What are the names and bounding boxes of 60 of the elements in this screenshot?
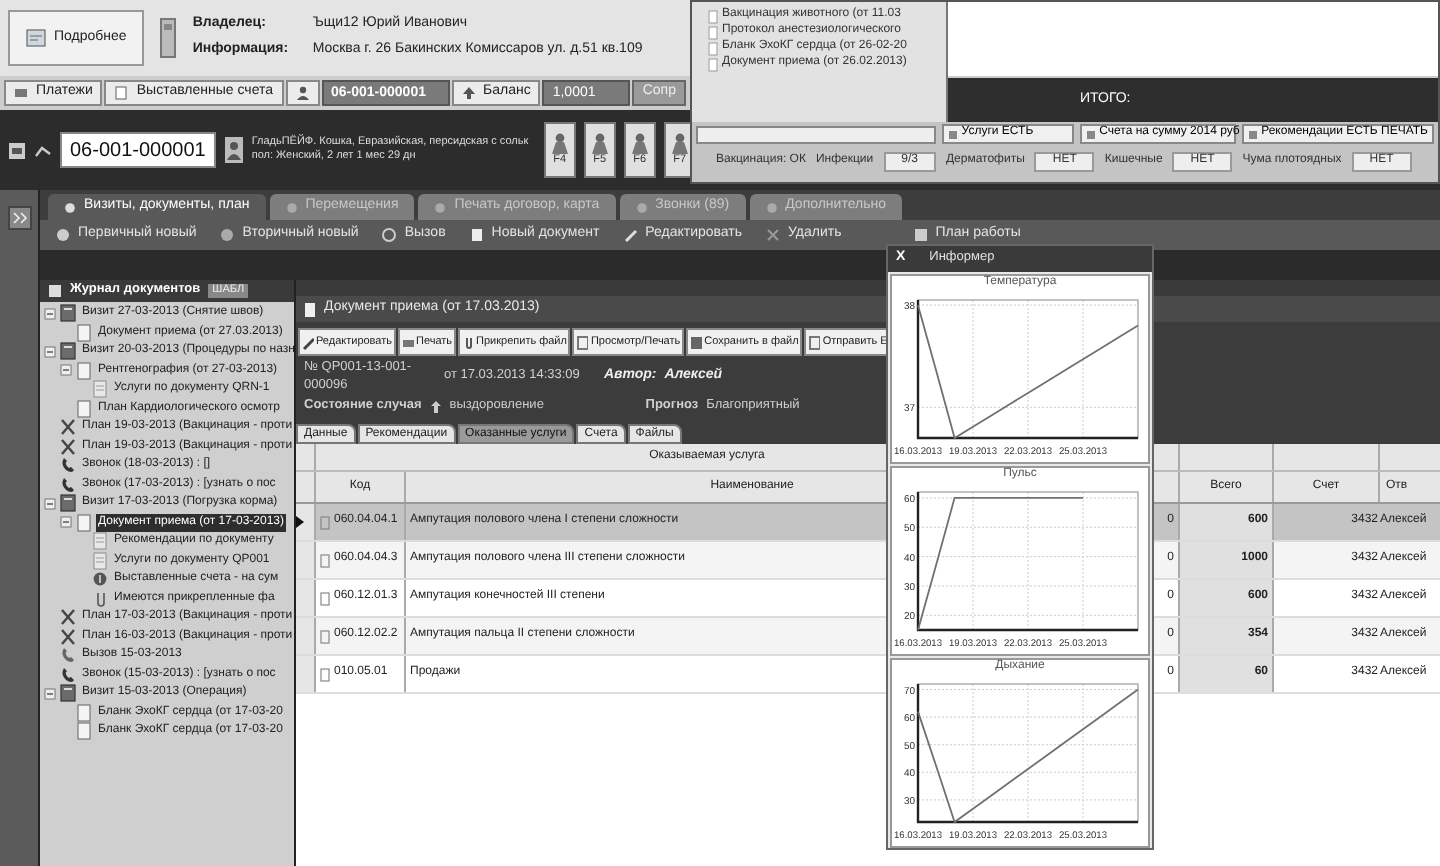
journal-icon <box>48 284 62 298</box>
card-icon <box>8 141 26 159</box>
service-icon <box>320 553 330 567</box>
printer-icon <box>402 335 414 349</box>
person-icon <box>295 86 309 100</box>
service-icon <box>320 667 330 681</box>
collapse-icon <box>60 516 72 529</box>
patient-number-field[interactable]: 06-001-000001 <box>60 132 216 168</box>
circle-icon <box>220 228 235 242</box>
bullet-icon <box>285 201 298 213</box>
person-icon <box>223 136 244 164</box>
calendar-icon <box>913 228 928 242</box>
collapse-icon <box>44 307 56 320</box>
service-icon <box>320 515 330 529</box>
wallet-icon <box>14 86 28 100</box>
collapse-icon <box>44 345 56 358</box>
person-button[interactable] <box>285 80 319 106</box>
floppy-icon <box>690 335 703 349</box>
circle-icon <box>56 228 70 242</box>
bullet-icon <box>765 201 778 213</box>
collapse-icon <box>60 364 72 377</box>
card-icon <box>26 28 46 48</box>
row-header-cell[interactable] <box>296 542 316 578</box>
document-icon <box>808 335 821 349</box>
document-icon <box>576 335 589 349</box>
delete-icon <box>766 228 781 242</box>
arrow-up-icon <box>429 400 442 414</box>
folder-icon <box>60 684 76 703</box>
square-icon <box>1247 129 1258 139</box>
document-icon <box>304 301 316 317</box>
bullet-icon <box>64 201 76 213</box>
document-icon <box>114 86 129 100</box>
paperclip-icon <box>92 589 108 608</box>
row-header-cell[interactable] <box>296 504 316 540</box>
service-icon <box>320 629 330 643</box>
paperclip-icon <box>462 335 475 349</box>
pencil-icon <box>302 335 314 349</box>
bullet-icon <box>434 201 447 213</box>
row-header-cell[interactable] <box>296 580 316 616</box>
ring-icon <box>382 228 397 242</box>
expand-button[interactable] <box>7 206 31 230</box>
square-icon <box>947 129 958 139</box>
chevrons-icon <box>11 212 27 224</box>
document-icon <box>469 228 484 242</box>
row-header-cell[interactable] <box>296 656 316 692</box>
service-icon <box>320 591 330 605</box>
document-icon <box>76 513 92 532</box>
bullet-icon <box>635 201 648 213</box>
row-header-cell[interactable] <box>296 618 316 654</box>
square-icon <box>1085 129 1096 139</box>
collapse-icon <box>44 687 56 700</box>
row-pointer-icon <box>296 516 304 528</box>
collapse-icon <box>44 497 56 510</box>
phone-device-icon <box>160 18 177 58</box>
arrow-up-icon <box>461 86 475 100</box>
folder-icon <box>60 342 76 361</box>
list-icon <box>92 380 108 399</box>
folder-icon <box>60 494 76 513</box>
pencil-icon <box>623 228 638 242</box>
scrollbar[interactable] <box>696 125 936 143</box>
